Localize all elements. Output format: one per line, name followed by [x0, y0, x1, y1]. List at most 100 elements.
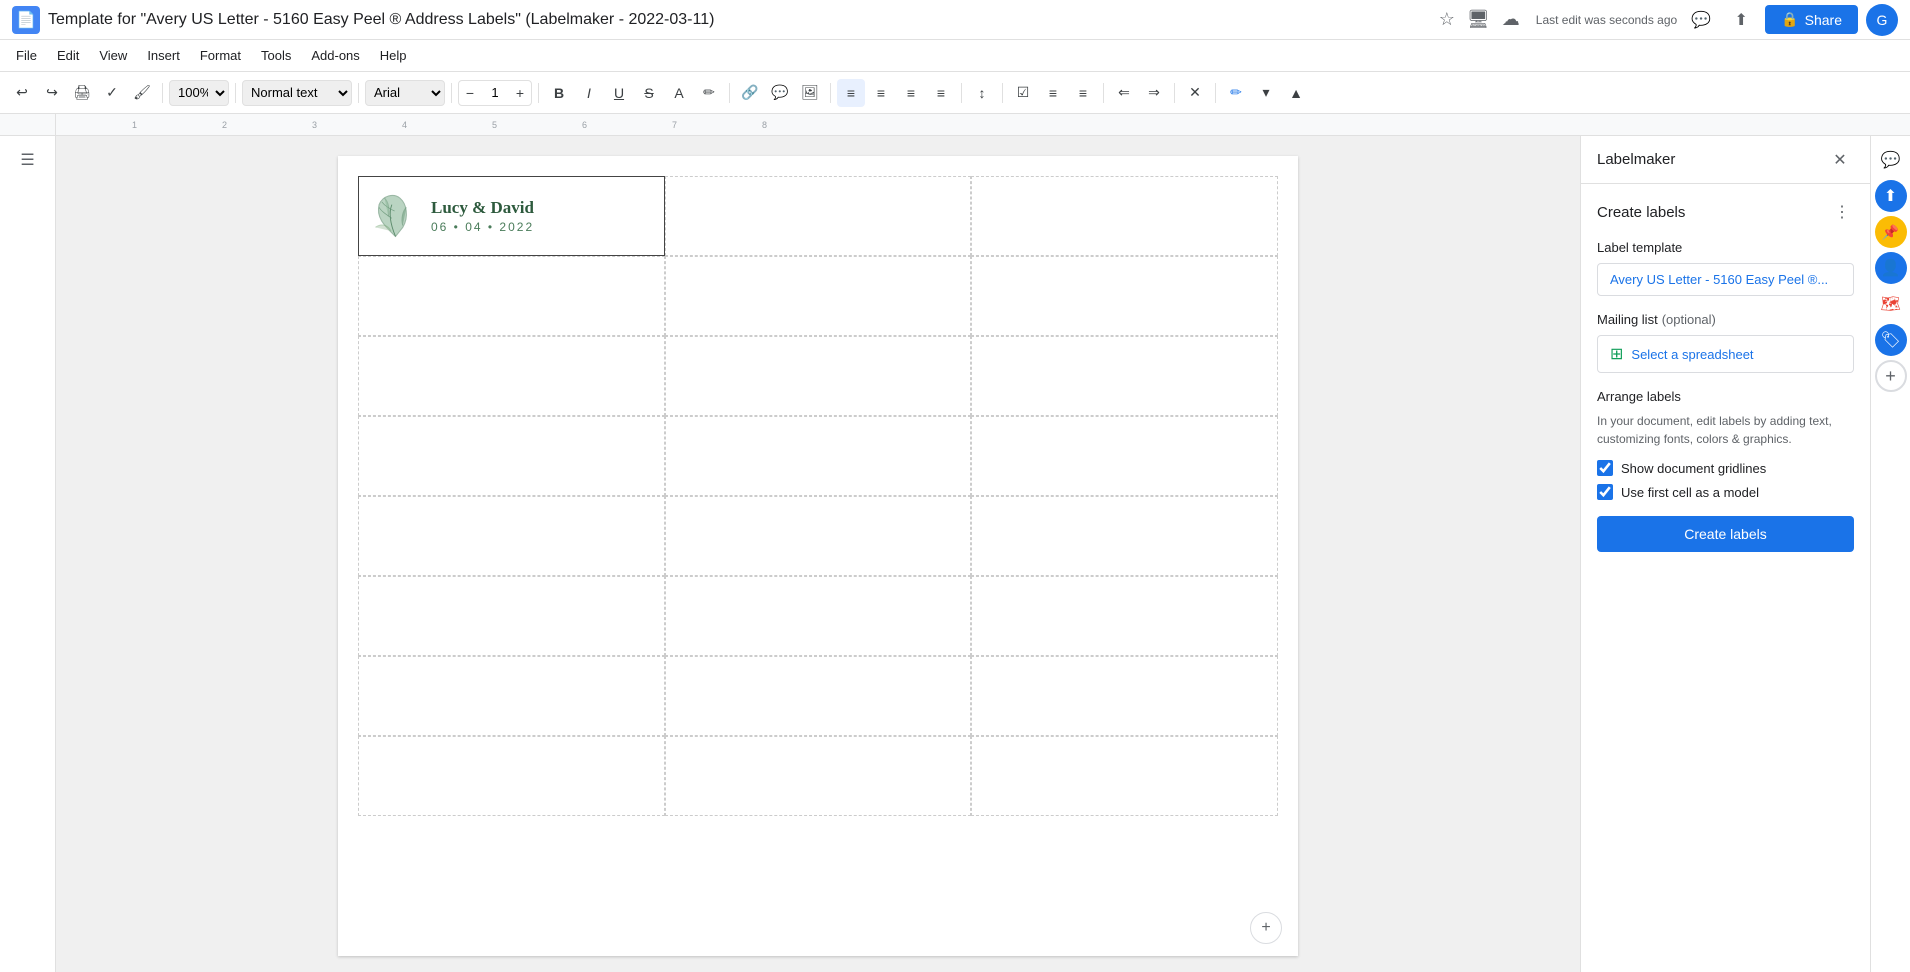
present-button[interactable]: ⬆ [1725, 4, 1757, 36]
labelmaker-body: Create labels ⋮ Label template Avery US … [1581, 184, 1870, 972]
comments-button[interactable]: 💬 [1685, 4, 1717, 36]
label-cell [665, 176, 972, 256]
bold-button[interactable]: B [545, 79, 573, 107]
style-select[interactable]: Normal textHeading 1Heading 2 [242, 80, 352, 106]
label-cell [358, 256, 665, 336]
ruler-right-spacer [1580, 114, 1870, 135]
save-to-drive-icon[interactable]: 🖥 [1467, 9, 1490, 30]
font-size-increase[interactable]: + [509, 81, 531, 105]
left-sidebar: ☰ [0, 136, 56, 972]
share-button[interactable]: 🔒 Share [1765, 5, 1858, 34]
italic-button[interactable]: I [575, 79, 603, 107]
avatar[interactable]: G [1866, 4, 1898, 36]
paint-format-button[interactable]: 🖌 [128, 79, 156, 107]
line-spacing-button[interactable]: ↕ [968, 79, 996, 107]
chat-edge-icon[interactable]: 💬 [1875, 144, 1907, 176]
keep-edge-icon[interactable]: 📌 [1875, 216, 1907, 248]
gridlines-checkbox-row: Show document gridlines [1597, 460, 1854, 476]
add-page-button[interactable]: + [1250, 912, 1282, 944]
strikethrough-button[interactable]: S [635, 79, 663, 107]
doc-title: Template for "Avery US Letter - 5160 Eas… [48, 11, 1423, 29]
redo-button[interactable]: ↪ [38, 79, 66, 107]
maps-edge-icon[interactable]: 🗺 [1875, 288, 1907, 320]
image-button[interactable]: 🖼 [796, 79, 824, 107]
label-cell [358, 336, 665, 416]
doc-area[interactable]: Lucy & David 06 • 04 • 2022 [56, 136, 1580, 972]
mailing-list-title: Mailing list [1597, 312, 1658, 327]
labelmaker-close-button[interactable]: ✕ [1826, 146, 1854, 174]
more-toolbar-button[interactable]: ▲ [1282, 79, 1310, 107]
label-name: Lucy & David [431, 198, 534, 218]
ruler: 1 2 3 4 5 6 7 8 [112, 114, 1290, 136]
labelmaker-edge-icon[interactable]: 🏷 [1875, 324, 1907, 356]
menu-bar: File Edit View Insert Format Tools Add-o… [0, 40, 1910, 72]
label-cell [971, 256, 1278, 336]
ruler-mark: 5 [492, 120, 497, 130]
ruler-mark: 3 [312, 120, 317, 130]
menu-edit[interactable]: Edit [49, 44, 87, 67]
label-cell [971, 576, 1278, 656]
menu-format[interactable]: Format [192, 44, 249, 67]
underline-button[interactable]: U [605, 79, 633, 107]
label-cell [665, 736, 972, 816]
ruler-mark: 7 [672, 120, 677, 130]
print-button[interactable]: 🖨 [68, 79, 96, 107]
label-date: 06 • 04 • 2022 [431, 220, 534, 234]
editing-chevron[interactable]: ▾ [1252, 79, 1280, 107]
indent-button[interactable]: ⇒ [1140, 79, 1168, 107]
sep9 [1002, 83, 1003, 103]
cloud-icon[interactable]: ☁ [1502, 9, 1520, 30]
highlight-button[interactable]: ✏ [695, 79, 723, 107]
sep1 [162, 83, 163, 103]
align-right-button[interactable]: ≡ [897, 79, 925, 107]
comment-button[interactable]: 💬 [766, 79, 794, 107]
undo-button[interactable]: ↩ [8, 79, 36, 107]
label-cell [665, 656, 972, 736]
label-cell-first[interactable]: Lucy & David 06 • 04 • 2022 [358, 176, 665, 256]
create-labels-menu-button[interactable]: ⋮ [1830, 200, 1854, 224]
outdent-button[interactable]: ⇐ [1110, 79, 1138, 107]
sidebar-outline-icon[interactable]: ☰ [12, 144, 44, 176]
menu-addons[interactable]: Add-ons [303, 44, 367, 67]
font-select[interactable]: ArialGeorgiaTimes New Roman [365, 80, 445, 106]
star-icon[interactable]: ☆ [1439, 9, 1455, 30]
label-leaf-image [365, 189, 425, 244]
label-cell [358, 416, 665, 496]
last-edit: Last edit was seconds ago [1536, 13, 1677, 27]
align-justify-button[interactable]: ≡ [927, 79, 955, 107]
use-first-cell-checkbox[interactable] [1597, 484, 1613, 500]
editing-mode-button[interactable]: ✏ [1222, 79, 1250, 107]
menu-file[interactable]: File [8, 44, 45, 67]
show-gridlines-checkbox[interactable] [1597, 460, 1613, 476]
font-size-decrease[interactable]: − [459, 81, 481, 105]
link-button[interactable]: 🔗 [736, 79, 764, 107]
zoom-select[interactable]: 100%75%150% [169, 80, 229, 106]
checklist-button[interactable]: ☑ [1009, 79, 1037, 107]
menu-view[interactable]: View [91, 44, 135, 67]
numbered-list-button[interactable]: ≡ [1069, 79, 1097, 107]
label-cell [358, 656, 665, 736]
align-center-button[interactable]: ≡ [867, 79, 895, 107]
template-value: Avery US Letter - 5160 Easy Peel ®... [1610, 272, 1828, 287]
doc-page: Lucy & David 06 • 04 • 2022 [338, 156, 1298, 956]
arrange-section: Arrange labels In your document, edit la… [1597, 389, 1854, 552]
text-color-button[interactable]: A [665, 79, 693, 107]
menu-help[interactable]: Help [372, 44, 415, 67]
first-cell-label: Use first cell as a model [1621, 485, 1759, 500]
menu-tools[interactable]: Tools [253, 44, 299, 67]
select-spreadsheet-button[interactable]: ⊞ Select a spreadsheet [1597, 335, 1854, 373]
labelmaker-panel: Labelmaker ✕ Create labels ⋮ Label templ… [1580, 136, 1870, 972]
menu-insert[interactable]: Insert [139, 44, 188, 67]
align-left-button[interactable]: ≡ [837, 79, 865, 107]
bullet-list-button[interactable]: ≡ [1039, 79, 1067, 107]
label-template-selector[interactable]: Avery US Letter - 5160 Easy Peel ®... [1597, 263, 1854, 296]
clear-format-button[interactable]: ✕ [1181, 79, 1209, 107]
spellcheck-button[interactable]: ✓ [98, 79, 126, 107]
drive-edge-icon[interactable]: ⬆ [1875, 180, 1907, 212]
add-extension-button[interactable]: + [1875, 360, 1907, 392]
font-size-input[interactable] [481, 85, 509, 100]
contacts-edge-icon[interactable]: 👤 [1875, 252, 1907, 284]
label-cell [971, 496, 1278, 576]
create-labels-button[interactable]: Create labels [1597, 516, 1854, 552]
ruler-edge-spacer [1870, 114, 1910, 135]
